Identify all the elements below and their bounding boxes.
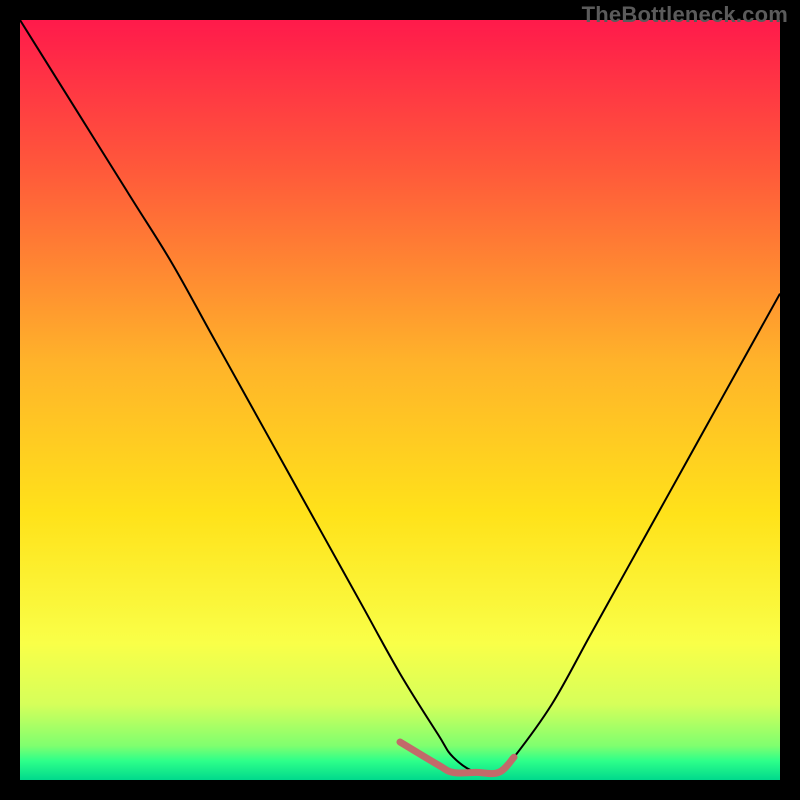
chart-plot [20,20,780,780]
plot-background [20,20,780,780]
watermark-label: TheBottleneck.com [582,2,788,28]
chart-frame: TheBottleneck.com [0,0,800,800]
